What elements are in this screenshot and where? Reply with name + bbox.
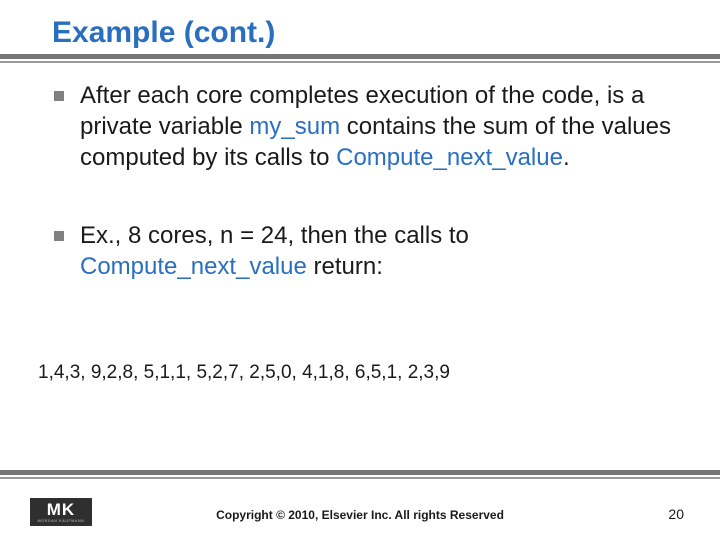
page-number: 20 (668, 506, 684, 522)
data-values: 1,4,3, 9,2,8, 5,1,1, 5,2,7, 2,5,0, 4,1,8… (38, 362, 700, 384)
bullet-item: After each core completes execution of t… (54, 80, 690, 174)
title-bar: Example (cont.) (0, 16, 720, 63)
keyword: Compute_next_value (336, 144, 563, 171)
slide-title: Example (cont.) (0, 16, 720, 54)
footer-rule-thin (0, 477, 720, 479)
keyword: my_sum (249, 113, 340, 140)
content-area: After each core completes execution of t… (54, 80, 690, 304)
bullet-text: Ex., 8 cores, n = 24, then the calls to … (80, 220, 690, 282)
square-bullet-icon (54, 231, 64, 241)
bullet-item: Ex., 8 cores, n = 24, then the calls to … (54, 220, 690, 282)
footer-rule-thick (0, 470, 720, 475)
bullet-text: After each core completes execution of t… (80, 80, 690, 174)
title-rule-thin (0, 61, 720, 63)
copyright-text: Copyright © 2010, Elsevier Inc. All righ… (0, 508, 720, 522)
title-rule-thick (0, 54, 720, 59)
square-bullet-icon (54, 91, 64, 101)
keyword: Compute_next_value (80, 253, 307, 280)
